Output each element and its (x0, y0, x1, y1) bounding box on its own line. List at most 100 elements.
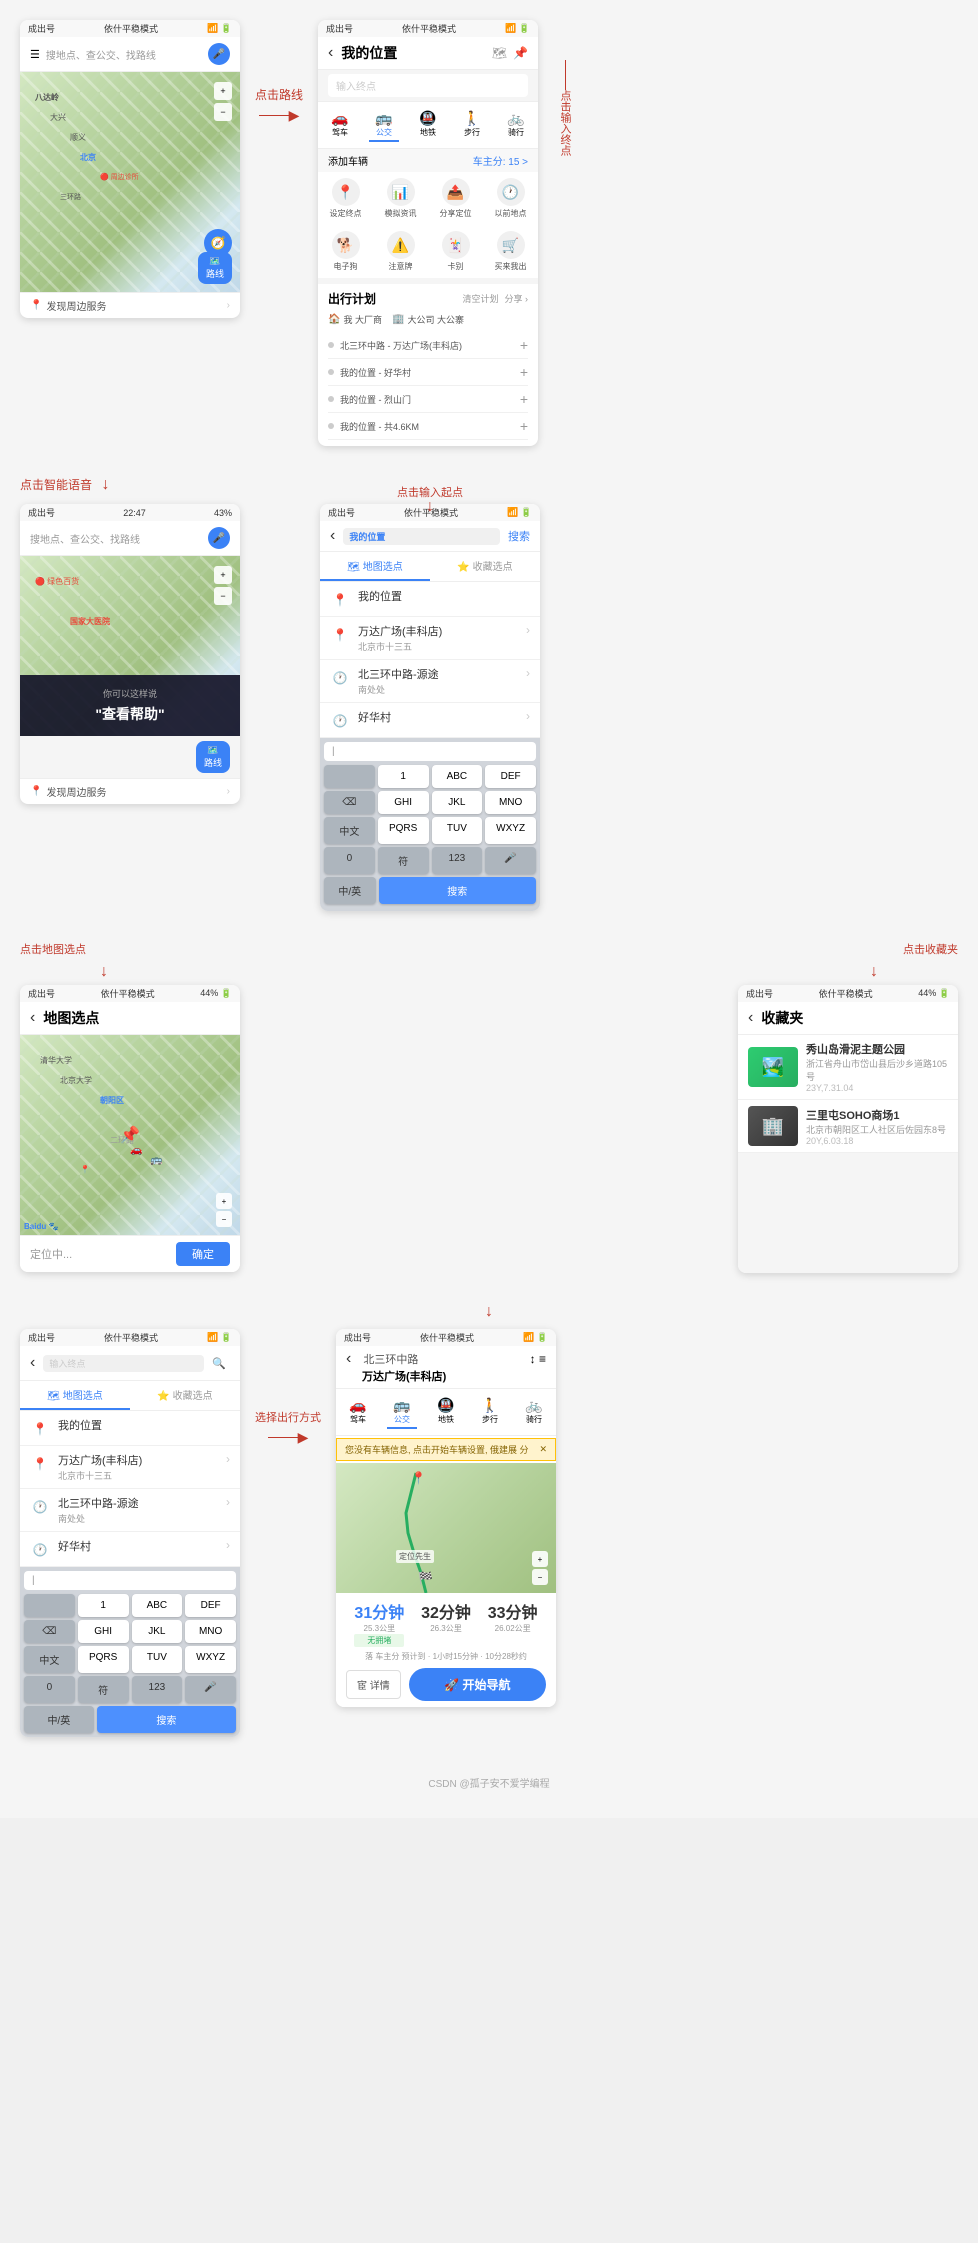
key-jkl[interactable]: JKL (432, 791, 483, 814)
back-icon-7[interactable]: ‹ (30, 1354, 35, 1372)
add-vehicle-2[interactable]: 添加车辆 车主分: 15 > (318, 149, 538, 172)
mode-bike-8[interactable]: 🚲骑行 (519, 1395, 548, 1429)
plus-3[interactable]: + (520, 391, 528, 407)
nav-icon-map[interactable]: 🗺 (492, 46, 507, 60)
discover-bar-3[interactable]: 📍 发现周边服务 › (20, 778, 240, 804)
icon-卡别[interactable]: 🃏 卡别 (436, 231, 476, 272)
mode-metro-2[interactable]: 🚇地铁 (413, 108, 442, 142)
key-mno[interactable]: MNO (485, 791, 536, 814)
key-chinese-2[interactable]: 中文 (324, 817, 375, 844)
tab-map-7[interactable]: 🗺 地图选点 (20, 1381, 130, 1410)
keyboard-input-4[interactable]: | (324, 742, 536, 761)
key-0[interactable]: 0 (324, 847, 375, 874)
nav-bar-3[interactable]: 搜地点、查公交、找路线 🎤 (20, 521, 240, 556)
plan-share[interactable]: 分享 › (505, 292, 529, 305)
icon-以前地点[interactable]: 🕐 以前地点 (491, 178, 531, 219)
zoom-in-1[interactable]: + (214, 82, 232, 100)
map-select-area[interactable]: 清华大学 北京大学 朝阳区 二环路 📍 📌 🚗 🚌 + − Baidu � (20, 1035, 240, 1235)
nav-icons-8[interactable]: ↕ ≡ (530, 1352, 546, 1366)
loc-item-7-3[interactable]: 🕐 好华村 › (20, 1532, 240, 1567)
icon-模拟资讯[interactable]: 📊 模拟资讯 (381, 178, 421, 219)
key7-pqrs[interactable]: PQRS (78, 1646, 129, 1673)
select-marker[interactable]: 📌 (120, 1125, 140, 1145)
mode-walk-2[interactable]: 🚶步行 (457, 108, 486, 142)
plan-item-2[interactable]: 我的位置 - 好华村 + (328, 359, 528, 386)
back-icon-8[interactable]: ‹ (346, 1350, 351, 1368)
key-tuv[interactable]: TUV (432, 817, 483, 844)
key-mic[interactable]: 🎤 (485, 847, 536, 874)
zoom-out-1[interactable]: − (214, 103, 232, 121)
key7-empty[interactable] (24, 1594, 75, 1617)
key-123[interactable]: 123 (432, 847, 483, 874)
confirm-btn-5[interactable]: 确定 (176, 1242, 230, 1266)
key7-tuv[interactable]: TUV (132, 1646, 183, 1673)
nav-bar-5[interactable]: ‹ 地图选点 (20, 1002, 240, 1035)
back-icon-6[interactable]: ‹ (748, 1009, 753, 1027)
key-empty-1[interactable] (324, 765, 375, 788)
plan-item-3[interactable]: 我的位置 - 烈山门 + (328, 386, 528, 413)
plus-1[interactable]: + (520, 337, 528, 353)
nav-bar-8[interactable]: ‹ 北三环中路 ↕ ≡ 万达广场(丰科店) (336, 1346, 556, 1389)
key7-cn-en[interactable]: 中/英 (24, 1706, 94, 1733)
icon-电子狗[interactable]: 🐕 电子狗 (326, 231, 366, 272)
warning-bar-8[interactable]: 您没有车辆信息, 点击开始车辆设置, 俄建展 分 ✕ (336, 1438, 556, 1461)
btn-detail-8[interactable]: 宦 详情 (346, 1670, 401, 1699)
key7-def[interactable]: DEF (185, 1594, 236, 1617)
loc-item-3[interactable]: 🕐 好华村 › (320, 703, 540, 738)
key7-0[interactable]: 0 (24, 1676, 75, 1703)
icon-7[interactable]: 🔍 (208, 1352, 230, 1374)
input-placeholder-2[interactable]: 输入终点 (328, 74, 528, 97)
nav-bar-7[interactable]: ‹ 输入终点 🔍 (20, 1346, 240, 1381)
key7-bs[interactable]: ⌫ (24, 1620, 75, 1643)
key7-1[interactable]: 1 (78, 1594, 129, 1617)
my-location-7[interactable]: 📍 我的位置 (20, 1411, 240, 1446)
back-icon-5[interactable]: ‹ (30, 1009, 35, 1027)
loc-item-1[interactable]: 📍 万达广场(丰科店) 北京市十三五 › (320, 617, 540, 660)
search-btn-4[interactable]: 搜索 (508, 528, 530, 544)
nav-icon-bookmark[interactable]: 📌 (513, 46, 528, 60)
zoom-out-8[interactable]: − (532, 1569, 548, 1585)
key7-abc[interactable]: ABC (132, 1594, 183, 1617)
key7-jkl[interactable]: JKL (132, 1620, 183, 1643)
mic-icon-1[interactable]: 🎤 (208, 43, 230, 65)
tab-map-point-4[interactable]: 🗺 地图选点 (320, 552, 430, 581)
mode-metro-8[interactable]: 🚇地铁 (431, 1395, 460, 1429)
mode-bus-2[interactable]: 🚌公交 (369, 108, 398, 142)
route-opt-2[interactable]: 32分钟 26.3公里 (421, 1599, 471, 1647)
key-1[interactable]: 1 (378, 765, 429, 788)
keyboard-input-7[interactable]: | (24, 1571, 236, 1590)
key-backspace[interactable]: ⌫ (324, 791, 375, 814)
plan-item-1[interactable]: 北三环中路 - 万达广场(丰科店) + (328, 332, 528, 359)
plan-clear[interactable]: 清空计划 (463, 292, 499, 305)
zoom-out-5[interactable]: − (216, 1211, 232, 1227)
zoom-in-5[interactable]: + (216, 1193, 232, 1209)
icon-注意牌[interactable]: ⚠️ 注意牌 (381, 231, 421, 272)
menu-icon-1[interactable]: ☰ (30, 48, 40, 61)
route-fab-3[interactable]: 🗺️路线 (196, 741, 230, 773)
key-abc[interactable]: ABC (432, 765, 483, 788)
btn-go-8[interactable]: 🚀 开始导航 (409, 1668, 546, 1701)
loc-item-2[interactable]: 🕐 北三环中路-源途 南处处 › (320, 660, 540, 703)
fav-item-2[interactable]: 🏢 三里屯SOHO商场1 北京市朝阳区工人社区后佐园东8号 20Y,6.03.1… (738, 1100, 958, 1153)
key-search[interactable]: 搜索 (379, 877, 537, 904)
mode-walk-8[interactable]: 🚶步行 (475, 1395, 504, 1429)
key-cn-en[interactable]: 中/英 (324, 877, 376, 904)
route-fab-1[interactable]: 🗺️ 路线 (198, 252, 232, 284)
key-ghi[interactable]: GHI (378, 791, 429, 814)
input-bar-2[interactable]: 输入终点 (318, 70, 538, 102)
fav-item-1[interactable]: 🏞️ 秀山岛滑泥主题公园 浙江省舟山市岱山县后沙乡道路105号 23Y,7.31… (738, 1035, 958, 1100)
search-box-7[interactable]: 输入终点 (43, 1355, 204, 1372)
key7-search[interactable]: 搜索 (97, 1706, 236, 1733)
key-wxyz[interactable]: WXYZ (485, 817, 536, 844)
mode-car-2[interactable]: 🚗驾车 (325, 108, 354, 142)
route-opt-1[interactable]: 31分钟 25.3公里 无拥堵 (354, 1599, 404, 1647)
key7-mno[interactable]: MNO (185, 1620, 236, 1643)
zoom-out-3[interactable]: − (214, 587, 232, 605)
key-def[interactable]: DEF (485, 765, 536, 788)
key7-cn[interactable]: 中文 (24, 1646, 75, 1673)
key7-wxyz[interactable]: WXYZ (185, 1646, 236, 1673)
discover-bar-1[interactable]: 📍 发现周边服务 › (20, 292, 240, 318)
key7-sym[interactable]: 符 (78, 1676, 129, 1703)
key-pqrs[interactable]: PQRS (378, 817, 429, 844)
route-opt-3[interactable]: 33分钟 26.02公里 (488, 1599, 538, 1647)
